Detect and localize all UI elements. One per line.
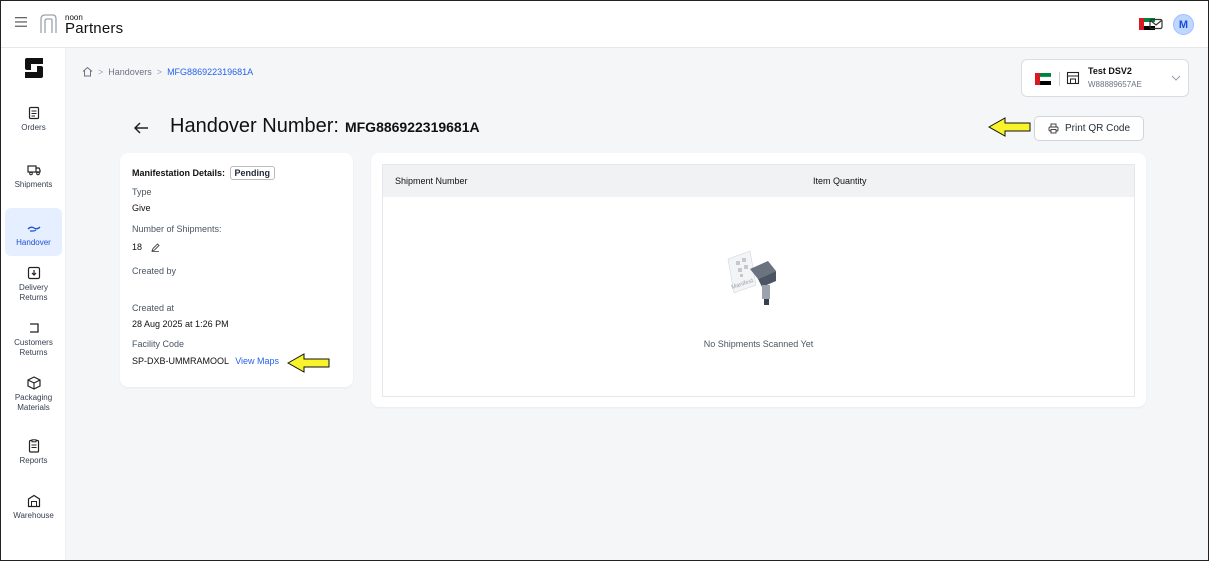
table-header: Shipment Number Item Quantity — [383, 165, 1134, 197]
handover-icon — [27, 226, 40, 232]
sidebar-item-label: Reports — [19, 456, 48, 465]
breadcrumb-handovers[interactable]: Handovers — [108, 67, 152, 77]
yellow-arrow-icon — [286, 353, 330, 373]
empty-state-text: No Shipments Scanned Yet — [703, 339, 814, 349]
sidebar-item-orders[interactable]: Orders — [5, 106, 62, 133]
sidebar-item-label: Handover — [16, 238, 51, 247]
breadcrumb: > Handovers > MFG886922319681A — [82, 66, 253, 77]
breadcrumb-separator: > — [156, 66, 163, 77]
shipments-count-label: Number of Shipments: — [132, 224, 222, 234]
sidebar-item-delivery-returns[interactable]: Delivery Returns — [5, 266, 62, 303]
return-icon — [29, 323, 39, 333]
box-return-icon — [27, 266, 40, 280]
sidebar-item-label: Delivery Returns — [19, 283, 48, 302]
sidebar-item-packaging-materials[interactable]: Packaging Materials — [5, 376, 62, 413]
sidebar-item-shipments[interactable]: Shipments — [5, 163, 62, 190]
status-badge: Pending — [229, 166, 276, 180]
menu-icon[interactable] — [15, 17, 27, 27]
facility-code-value: SP-DXB-UMMRAMOOL — [132, 356, 229, 366]
page-title: Handover Number: MFG886922319681A — [170, 115, 480, 138]
created-at-value: 28 Aug 2025 at 1:26 PM — [132, 319, 229, 329]
home-icon[interactable] — [82, 66, 93, 77]
sidebar-item-label: Customers Returns — [14, 338, 53, 357]
page-title-label: Handover Number: — [170, 115, 339, 137]
facility-code-label: Facility Code — [132, 339, 185, 349]
manifestation-label: Manifestation Details: — [132, 168, 226, 178]
store-selector[interactable]: Test DSV2 W88889657AE — [1021, 59, 1189, 97]
sidebar-item-label: Shipments — [14, 180, 53, 189]
top-bar: noon Partners M — [1, 1, 1208, 48]
yellow-arrow-icon — [987, 117, 1031, 137]
store-name: Test DSV2 — [1088, 66, 1132, 76]
manifest-scanner-illustration: Manifest — [727, 250, 776, 305]
facility-code-row: SP-DXB-UMMRAMOOL View Maps — [132, 356, 279, 366]
report-icon — [28, 439, 39, 453]
edit-icon[interactable] — [150, 243, 160, 253]
divider — [1059, 72, 1060, 86]
store-id: W88889657AE — [1088, 80, 1142, 89]
column-item-quantity: Item Quantity — [813, 176, 867, 186]
shipments-count-value: 18 — [132, 242, 143, 252]
view-maps-link[interactable]: View Maps — [235, 356, 279, 366]
truck-icon — [26, 165, 41, 176]
sidebar-item-reports[interactable]: Reports — [5, 439, 62, 466]
printer-icon — [1048, 123, 1059, 134]
sidebar-item-label: Orders — [21, 123, 46, 132]
app-window: noon Partners M Orders Shipments Handove… — [0, 0, 1209, 561]
warehouse-icon — [27, 494, 40, 508]
sidebar-item-warehouse[interactable]: Warehouse — [5, 494, 62, 521]
print-qr-label: Print QR Code — [1064, 123, 1131, 134]
shipments-card: Shipment Number Item Quantity Manifest N… — [371, 153, 1146, 407]
shipments-table: Shipment Number Item Quantity Manifest N… — [382, 164, 1135, 397]
chevron-down-icon — [1171, 75, 1181, 81]
column-shipment-number: Shipment Number — [395, 176, 468, 186]
logo-text: Partners — [65, 20, 124, 37]
mail-icon[interactable] — [1149, 17, 1163, 31]
print-qr-button[interactable]: Print QR Code — [1034, 116, 1144, 141]
shipments-count-row: 18 — [132, 242, 160, 253]
type-value: Give — [132, 203, 151, 213]
handover-number: MFG886922319681A — [344, 119, 480, 135]
back-arrow-icon[interactable] — [133, 121, 149, 135]
sidebar-item-handover[interactable]: Handover — [5, 208, 62, 256]
sidebar-item-customers-returns[interactable]: Customers Returns — [5, 321, 62, 358]
created-at-label: Created at — [132, 303, 175, 313]
noon-logo-icon — [40, 14, 57, 33]
created-by-label: Created by — [132, 266, 177, 276]
breadcrumb-separator: > — [98, 66, 104, 77]
sidebar: Orders Shipments Handover Delivery Retur… — [1, 48, 66, 560]
clipboard-icon — [28, 106, 39, 120]
uae-flag-icon — [1035, 73, 1051, 85]
sidebar-item-label: Packaging Materials — [14, 393, 53, 412]
breadcrumb-current: MFG886922319681A — [167, 66, 254, 77]
sidebar-item-label: Warehouse — [13, 511, 54, 520]
package-icon — [26, 376, 41, 390]
avatar[interactable]: M — [1173, 14, 1194, 35]
store-icon — [1066, 71, 1080, 85]
type-label: Type — [132, 187, 152, 197]
manifestation-header: Manifestation Details: Pending — [132, 166, 276, 180]
brand-logo-icon[interactable] — [22, 56, 46, 80]
